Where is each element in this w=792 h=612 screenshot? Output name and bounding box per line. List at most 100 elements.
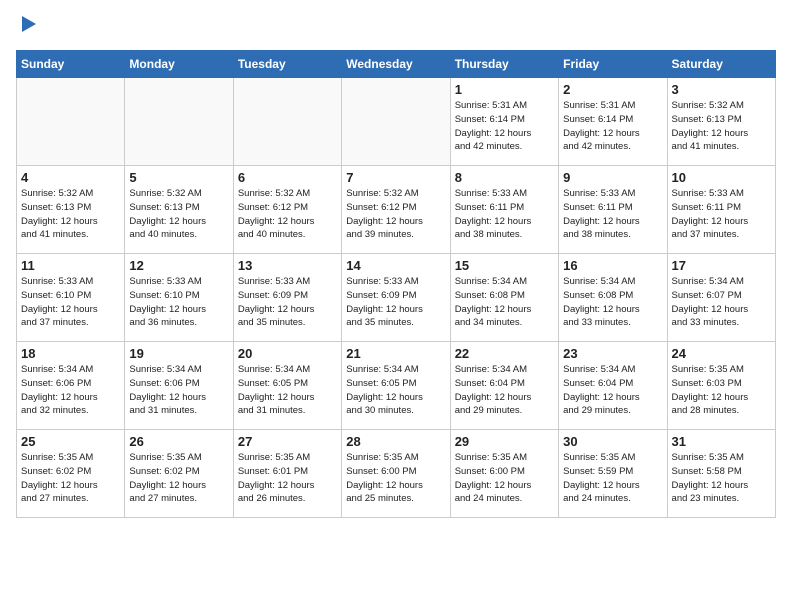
day-number: 21 bbox=[346, 346, 445, 361]
day-number: 6 bbox=[238, 170, 337, 185]
calendar-cell: 15Sunrise: 5:34 AM Sunset: 6:08 PM Dayli… bbox=[450, 254, 558, 342]
calendar-week-3: 11 Sunrise: 5:33 AM Sunset: 6:10 PM Dayli… bbox=[17, 254, 776, 342]
day-number: 22 bbox=[455, 346, 554, 361]
calendar-cell: 16 Sunrise: 5:34 AM Sunset: 6:08 PM Dayli… bbox=[559, 254, 667, 342]
day-info: Sunrise: 5:31 AM Sunset: 6:14 PM Dayligh… bbox=[563, 99, 662, 154]
day-info: Sunrise: 5:32 AM Sunset: 6:12 PM Dayligh… bbox=[346, 187, 445, 242]
day-number: 27 bbox=[238, 434, 337, 449]
calendar-cell: 10 Sunrise: 5:33 AM Sunset: 6:11 PM Dayli… bbox=[667, 166, 775, 254]
calendar-cell: 28 Sunrise: 5:35 AM Sunset: 6:00 PM Dayli… bbox=[342, 430, 450, 518]
day-info: Sunrise: 5:33 AM Sunset: 6:11 PM Dayligh… bbox=[563, 187, 662, 242]
calendar-cell: 20 Sunrise: 5:34 AM Sunset: 6:05 PM Dayli… bbox=[233, 342, 341, 430]
calendar-cell: 24 Sunrise: 5:35 AM Sunset: 6:03 PM Dayli… bbox=[667, 342, 775, 430]
day-info: Sunrise: 5:33 AM Sunset: 6:09 PM Dayligh… bbox=[346, 275, 445, 330]
day-info: Sunrise: 5:34 AM Sunset: 6:04 PM Dayligh… bbox=[455, 363, 554, 418]
day-info: Sunrise: 5:32 AM Sunset: 6:13 PM Dayligh… bbox=[129, 187, 228, 242]
day-number: 10 bbox=[672, 170, 771, 185]
day-number: 5 bbox=[129, 170, 228, 185]
calendar-week-2: 4 Sunrise: 5:32 AM Sunset: 6:13 PM Daylig… bbox=[17, 166, 776, 254]
calendar-cell: 18Sunrise: 5:34 AM Sunset: 6:06 PM Dayli… bbox=[17, 342, 125, 430]
header-cell-wednesday: Wednesday bbox=[342, 51, 450, 78]
day-info: Sunrise: 5:33 AM Sunset: 6:09 PM Dayligh… bbox=[238, 275, 337, 330]
day-number: 14 bbox=[346, 258, 445, 273]
calendar-cell: 8 Sunrise: 5:33 AM Sunset: 6:11 PM Daylig… bbox=[450, 166, 558, 254]
day-info: Sunrise: 5:35 AM Sunset: 6:02 PM Dayligh… bbox=[21, 451, 120, 506]
calendar-cell: 1 Sunrise: 5:31 AM Sunset: 6:14 PM Daylig… bbox=[450, 78, 558, 166]
day-info: Sunrise: 5:32 AM Sunset: 6:13 PM Dayligh… bbox=[672, 99, 771, 154]
calendar-header: SundayMondayTuesdayWednesdayThursdayFrid… bbox=[17, 51, 776, 78]
header-cell-tuesday: Tuesday bbox=[233, 51, 341, 78]
day-number: 23 bbox=[563, 346, 662, 361]
logo bbox=[16, 16, 40, 38]
day-number: 16 bbox=[563, 258, 662, 273]
day-number: 11 bbox=[21, 258, 120, 273]
calendar-cell: 17Sunrise: 5:34 AM Sunset: 6:07 PM Dayli… bbox=[667, 254, 775, 342]
day-number: 25 bbox=[21, 434, 120, 449]
day-number: 18 bbox=[21, 346, 120, 361]
logo-arrow-icon bbox=[18, 13, 40, 35]
day-info: Sunrise: 5:35 AM Sunset: 6:00 PM Dayligh… bbox=[455, 451, 554, 506]
calendar-cell: 7 Sunrise: 5:32 AM Sunset: 6:12 PM Daylig… bbox=[342, 166, 450, 254]
header-row: SundayMondayTuesdayWednesdayThursdayFrid… bbox=[17, 51, 776, 78]
day-info: Sunrise: 5:32 AM Sunset: 6:12 PM Dayligh… bbox=[238, 187, 337, 242]
day-number: 7 bbox=[346, 170, 445, 185]
calendar-cell: 12 Sunrise: 5:33 AM Sunset: 6:10 PM Dayli… bbox=[125, 254, 233, 342]
day-number: 1 bbox=[455, 82, 554, 97]
calendar-cell: 27Sunrise: 5:35 AM Sunset: 6:01 PM Dayli… bbox=[233, 430, 341, 518]
day-info: Sunrise: 5:34 AM Sunset: 6:08 PM Dayligh… bbox=[455, 275, 554, 330]
day-info: Sunrise: 5:34 AM Sunset: 6:08 PM Dayligh… bbox=[563, 275, 662, 330]
day-info: Sunrise: 5:35 AM Sunset: 6:03 PM Dayligh… bbox=[672, 363, 771, 418]
calendar-cell bbox=[17, 78, 125, 166]
calendar-cell: 22 Sunrise: 5:34 AM Sunset: 6:04 PM Dayli… bbox=[450, 342, 558, 430]
day-info: Sunrise: 5:35 AM Sunset: 5:58 PM Dayligh… bbox=[672, 451, 771, 506]
calendar-cell bbox=[125, 78, 233, 166]
calendar-cell: 25 Sunrise: 5:35 AM Sunset: 6:02 PM Dayli… bbox=[17, 430, 125, 518]
day-info: Sunrise: 5:31 AM Sunset: 6:14 PM Dayligh… bbox=[455, 99, 554, 154]
day-number: 31 bbox=[672, 434, 771, 449]
calendar-cell: 26Sunrise: 5:35 AM Sunset: 6:02 PM Dayli… bbox=[125, 430, 233, 518]
day-info: Sunrise: 5:34 AM Sunset: 6:07 PM Dayligh… bbox=[672, 275, 771, 330]
day-info: Sunrise: 5:33 AM Sunset: 6:11 PM Dayligh… bbox=[455, 187, 554, 242]
calendar-cell: 2 Sunrise: 5:31 AM Sunset: 6:14 PM Daylig… bbox=[559, 78, 667, 166]
calendar-cell: 14 Sunrise: 5:33 AM Sunset: 6:09 PM Dayli… bbox=[342, 254, 450, 342]
day-info: Sunrise: 5:32 AM Sunset: 6:13 PM Dayligh… bbox=[21, 187, 120, 242]
day-number: 26 bbox=[129, 434, 228, 449]
day-info: Sunrise: 5:34 AM Sunset: 6:04 PM Dayligh… bbox=[563, 363, 662, 418]
calendar-cell: 5 Sunrise: 5:32 AM Sunset: 6:13 PM Daylig… bbox=[125, 166, 233, 254]
calendar-cell: 6 Sunrise: 5:32 AM Sunset: 6:12 PM Daylig… bbox=[233, 166, 341, 254]
calendar-cell: 19Sunrise: 5:34 AM Sunset: 6:06 PM Dayli… bbox=[125, 342, 233, 430]
day-number: 8 bbox=[455, 170, 554, 185]
day-number: 12 bbox=[129, 258, 228, 273]
calendar-cell: 9Sunrise: 5:33 AM Sunset: 6:11 PM Daylig… bbox=[559, 166, 667, 254]
day-number: 19 bbox=[129, 346, 228, 361]
calendar-cell: 13Sunrise: 5:33 AM Sunset: 6:09 PM Dayli… bbox=[233, 254, 341, 342]
calendar-week-1: 1 Sunrise: 5:31 AM Sunset: 6:14 PM Daylig… bbox=[17, 78, 776, 166]
day-number: 28 bbox=[346, 434, 445, 449]
day-number: 30 bbox=[563, 434, 662, 449]
calendar-week-5: 25 Sunrise: 5:35 AM Sunset: 6:02 PM Dayli… bbox=[17, 430, 776, 518]
day-number: 20 bbox=[238, 346, 337, 361]
day-info: Sunrise: 5:33 AM Sunset: 6:10 PM Dayligh… bbox=[129, 275, 228, 330]
calendar-body: 1 Sunrise: 5:31 AM Sunset: 6:14 PM Daylig… bbox=[17, 78, 776, 518]
calendar-cell: 29Sunrise: 5:35 AM Sunset: 6:00 PM Dayli… bbox=[450, 430, 558, 518]
calendar-cell bbox=[342, 78, 450, 166]
calendar-week-4: 18Sunrise: 5:34 AM Sunset: 6:06 PM Dayli… bbox=[17, 342, 776, 430]
day-number: 2 bbox=[563, 82, 662, 97]
calendar-cell: 11Sunrise: 5:33 AM Sunset: 6:10 PM Dayli… bbox=[17, 254, 125, 342]
calendar-cell: 30 Sunrise: 5:35 AM Sunset: 5:59 PM Dayli… bbox=[559, 430, 667, 518]
calendar-cell: 23 Sunrise: 5:34 AM Sunset: 6:04 PM Dayli… bbox=[559, 342, 667, 430]
day-info: Sunrise: 5:34 AM Sunset: 6:05 PM Dayligh… bbox=[346, 363, 445, 418]
calendar-cell: 31 Sunrise: 5:35 AM Sunset: 5:58 PM Dayli… bbox=[667, 430, 775, 518]
calendar-table: SundayMondayTuesdayWednesdayThursdayFrid… bbox=[16, 50, 776, 518]
day-number: 3 bbox=[672, 82, 771, 97]
day-info: Sunrise: 5:33 AM Sunset: 6:11 PM Dayligh… bbox=[672, 187, 771, 242]
day-info: Sunrise: 5:34 AM Sunset: 6:05 PM Dayligh… bbox=[238, 363, 337, 418]
day-number: 4 bbox=[21, 170, 120, 185]
day-info: Sunrise: 5:35 AM Sunset: 6:00 PM Dayligh… bbox=[346, 451, 445, 506]
page-header bbox=[16, 16, 776, 38]
day-info: Sunrise: 5:35 AM Sunset: 5:59 PM Dayligh… bbox=[563, 451, 662, 506]
calendar-cell: 3 Sunrise: 5:32 AM Sunset: 6:13 PM Daylig… bbox=[667, 78, 775, 166]
day-number: 24 bbox=[672, 346, 771, 361]
header-cell-monday: Monday bbox=[125, 51, 233, 78]
header-cell-saturday: Saturday bbox=[667, 51, 775, 78]
